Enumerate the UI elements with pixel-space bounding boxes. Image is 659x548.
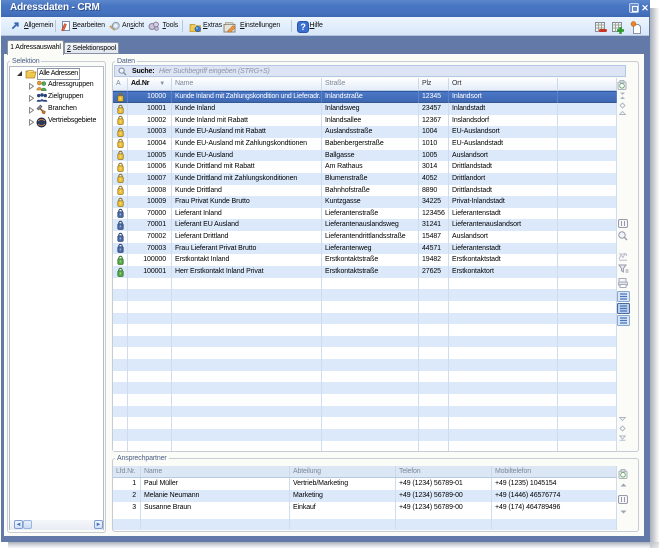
svg-text:?: ? (300, 22, 305, 32)
